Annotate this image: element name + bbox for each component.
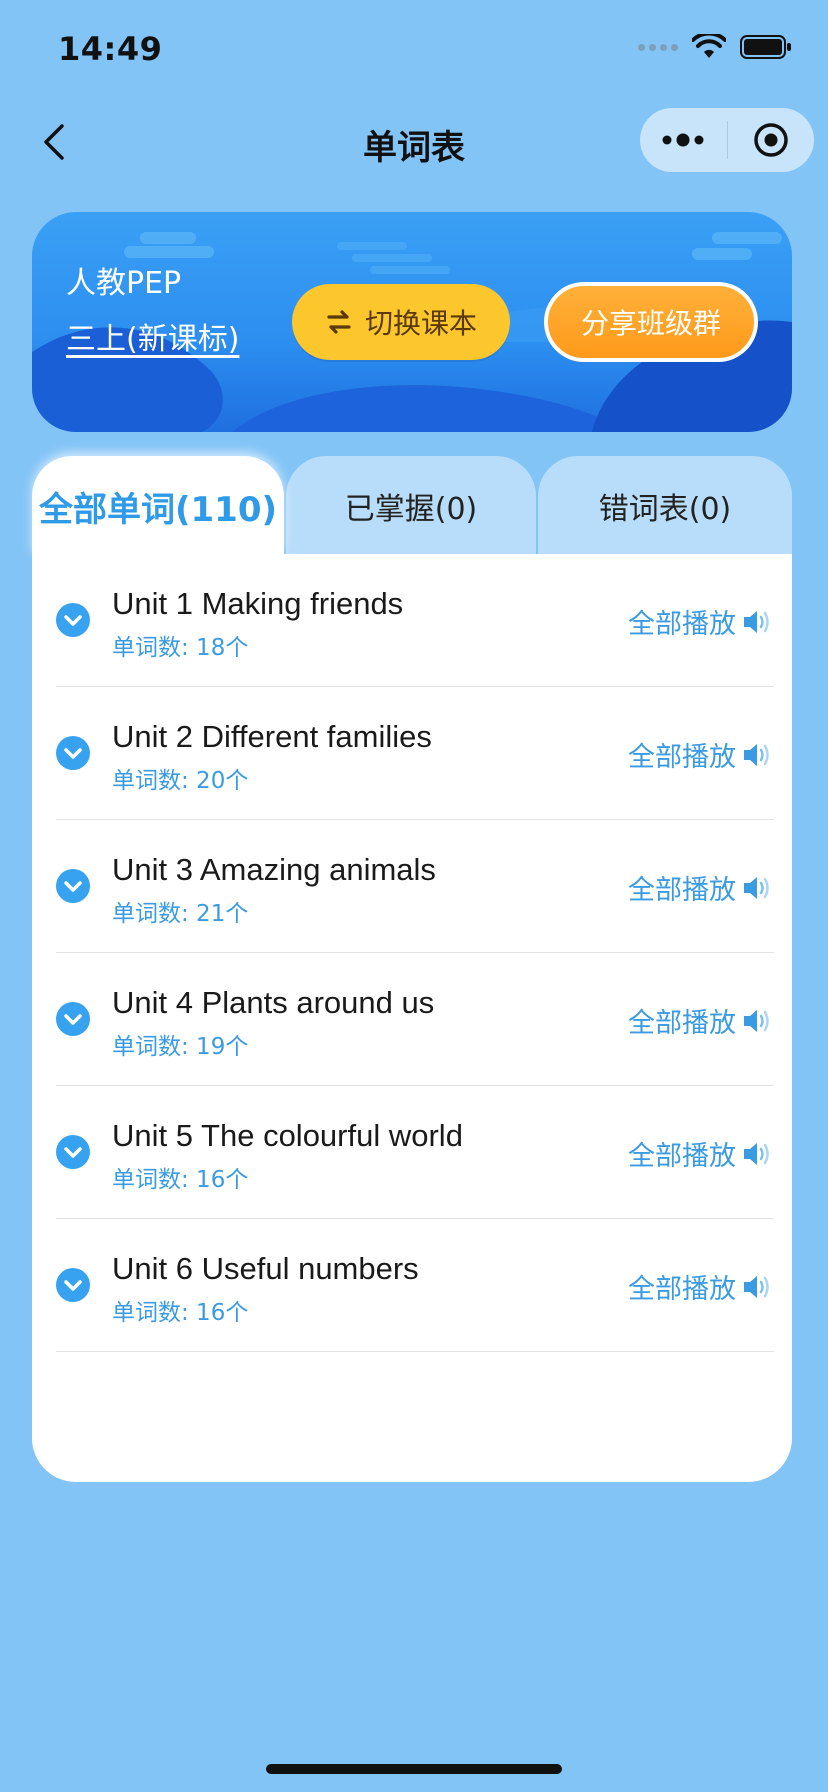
textbook-publisher: 人教PEP [66,266,182,301]
close-miniprogram-button[interactable] [728,108,815,172]
chevron-down-icon[interactable] [56,603,90,637]
chevron-down-icon[interactable] [56,1268,90,1302]
status-bar: 14:49 [0,0,828,100]
unit-word-count: 单词数: 20个 [112,768,249,794]
play-all-label: 全部播放 [628,1274,736,1305]
more-dots-icon [662,133,704,147]
play-all-button[interactable]: 全部播放 [628,735,772,774]
play-all-button[interactable]: 全部播放 [628,868,772,907]
speaker-icon [744,743,769,766]
signal-icon [638,43,678,51]
play-all-label: 全部播放 [628,609,736,640]
unit-row[interactable]: Unit 3 Amazing animals 单词数: 21个 全部播放 [56,820,774,953]
unit-title: Unit 6 Useful numbers [112,1251,419,1286]
textbook-grade: 三上(新课标) [66,322,240,357]
speaker-icon [744,1009,769,1032]
unit-word-count: 单词数: 19个 [112,1034,249,1060]
unit-word-count: 单词数: 18个 [112,635,249,661]
play-all-button[interactable]: 全部播放 [628,1134,772,1173]
switch-arrows-icon [327,310,351,334]
unit-row[interactable]: Unit 6 Useful numbers 单词数: 16个 全部播放 [56,1219,774,1352]
unit-title: Unit 1 Making friends [112,586,404,621]
target-icon [754,123,788,157]
textbook-banner: 人教PEP 三上(新课标) 切换课本 分享班级群 [32,212,792,432]
unit-title: Unit 2 Different families [112,719,432,754]
more-button[interactable] [640,108,727,172]
unit-title: Unit 3 Amazing animals [112,852,436,887]
unit-word-count: 单词数: 16个 [112,1167,249,1193]
unit-row[interactable]: Unit 2 Different families 单词数: 20个 全部播放 [56,687,774,820]
tab-mastered[interactable]: 已掌握(0) [286,456,536,556]
speaker-icon [744,1275,769,1298]
home-indicator[interactable] [266,1764,562,1774]
unit-word-count: 单词数: 21个 [112,901,249,927]
play-all-label: 全部播放 [628,1008,736,1039]
unit-list: Unit 1 Making friends 单词数: 18个 全部播放 Unit… [32,554,792,1482]
word-tabs: 全部单词(110) 已掌握(0) 错词表(0) [32,456,792,556]
share-label: 分享班级群 [580,307,721,340]
chevron-down-icon[interactable] [56,869,90,903]
speaker-icon [744,610,769,633]
play-all-label: 全部播放 [628,742,736,773]
mini-program-capsule [640,108,814,172]
textbook-name: 人教PEP 三上(新课标) [66,256,239,368]
tab-all-words[interactable]: 全部单词(110) [32,456,284,556]
play-all-button[interactable]: 全部播放 [628,1267,772,1306]
chevron-down-icon[interactable] [56,1135,90,1169]
chevron-down-icon[interactable] [56,736,90,770]
status-time: 14:49 [58,30,163,68]
play-all-label: 全部播放 [628,875,736,906]
play-all-button[interactable]: 全部播放 [628,602,772,641]
unit-word-count: 单词数: 16个 [112,1300,249,1326]
battery-icon [740,35,791,59]
tab-wrong-words[interactable]: 错词表(0) [538,456,792,556]
unit-title: Unit 5 The colourful world [112,1118,463,1153]
share-class-group-button[interactable]: 分享班级群 [544,282,758,362]
switch-textbook-button[interactable]: 切换课本 [292,284,510,360]
chevron-down-icon[interactable] [56,1002,90,1036]
wifi-icon [692,34,726,58]
unit-title: Unit 4 Plants around us [112,985,435,1020]
play-all-label: 全部播放 [628,1141,736,1172]
unit-row[interactable]: Unit 1 Making friends 单词数: 18个 全部播放 [56,554,774,687]
speaker-icon [744,1142,769,1165]
play-all-button[interactable]: 全部播放 [628,1001,772,1040]
switch-textbook-label: 切换课本 [364,307,477,340]
unit-row[interactable]: Unit 4 Plants around us 单词数: 19个 全部播放 [56,953,774,1086]
unit-row[interactable]: Unit 5 The colourful world 单词数: 16个 全部播放 [56,1086,774,1219]
status-icons [638,34,792,60]
speaker-icon [744,876,769,899]
nav-bar: 单词表 [0,100,828,184]
